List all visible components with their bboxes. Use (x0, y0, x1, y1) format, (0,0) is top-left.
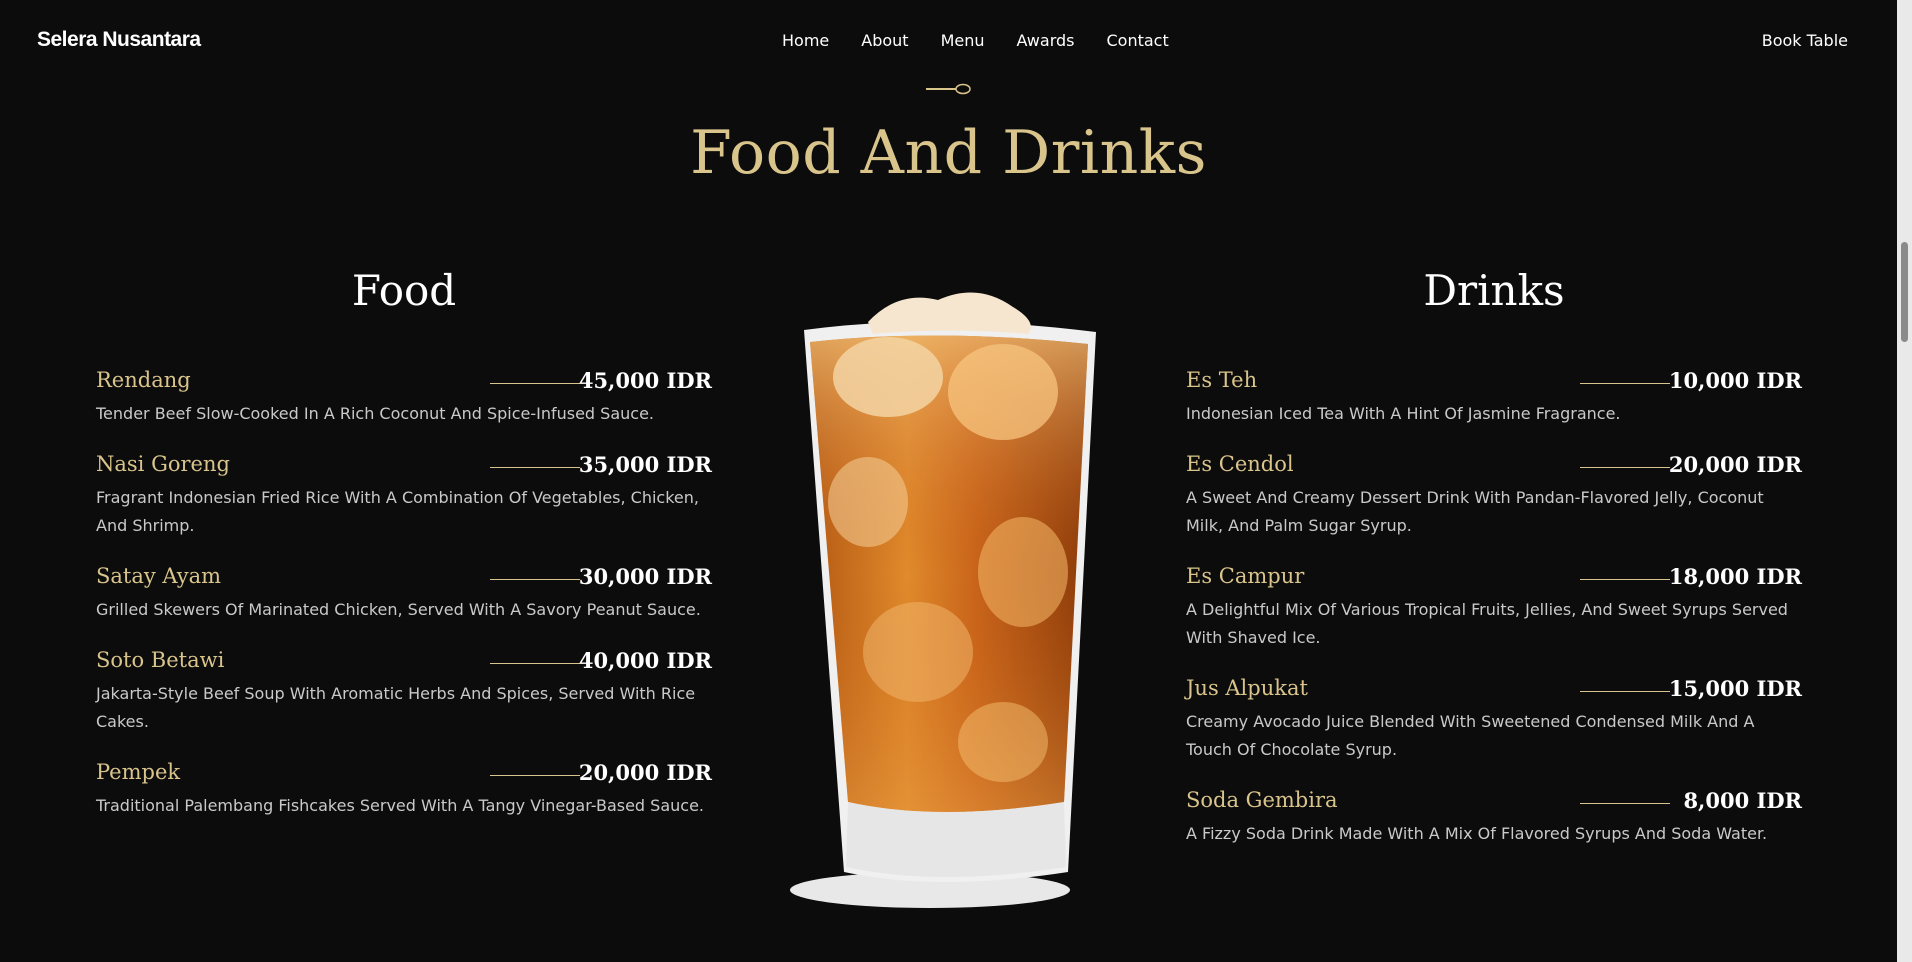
book-table-button[interactable]: Book Table (1762, 31, 1848, 50)
menu-item: Satay Ayam 30,000 IDR Grilled Skewers Of… (96, 564, 712, 624)
nav-home[interactable]: Home (782, 31, 829, 50)
iced-tea-image (790, 292, 1096, 908)
price-divider (490, 467, 580, 468)
drinks-list: Es Teh 10,000 IDR Indonesian Iced Tea Wi… (1186, 368, 1802, 872)
item-description: Indonesian Iced Tea With A Hint Of Jasmi… (1186, 404, 1621, 423)
item-name: Jus Alpukat (1186, 676, 1308, 700)
menu-item: Nasi Goreng 35,000 IDR Fragrant Indonesi… (96, 452, 712, 540)
food-column-title: Food (351, 266, 457, 315)
menu-item: Rendang 45,000 IDR Tender Beef Slow-Cook… (96, 368, 712, 428)
item-description: Fragrant Indonesian Fried Rice With A Co… (96, 488, 699, 535)
drinks-column-title: Drinks (1423, 266, 1565, 315)
nav-awards[interactable]: Awards (1017, 31, 1075, 50)
brand-logo[interactable]: Selera Nusantara (37, 28, 201, 52)
nav-menu-link[interactable]: Menu (941, 31, 985, 50)
item-description: A Sweet And Creamy Dessert Drink With Pa… (1186, 488, 1764, 535)
menu-item: Soda Gembira 8,000 IDR A Fizzy Soda Drin… (1186, 788, 1802, 848)
price-divider (1580, 691, 1670, 692)
menu-item: Es Teh 10,000 IDR Indonesian Iced Tea Wi… (1186, 368, 1802, 428)
item-description: Jakarta-Style Beef Soup With Aromatic He… (96, 684, 696, 731)
item-price: 8,000 IDR (1683, 788, 1802, 813)
item-name: Es Teh (1186, 368, 1258, 392)
spoon-icon (926, 83, 971, 95)
item-price: 35,000 IDR (578, 452, 712, 477)
scrollbar-thumb[interactable] (1901, 242, 1908, 342)
menu-item: Es Campur 18,000 IDR A Delightful Mix Of… (1186, 564, 1802, 652)
item-description: Traditional Palembang Fishcakes Served W… (96, 796, 704, 815)
nav-contact[interactable]: Contact (1106, 31, 1168, 50)
price-divider (490, 775, 580, 776)
item-price: 30,000 IDR (578, 564, 712, 589)
item-name: Pempek (96, 760, 181, 784)
menu-item: Jus Alpukat 15,000 IDR Creamy Avocado Ju… (1186, 676, 1802, 764)
item-description: Creamy Avocado Juice Blended With Sweete… (1186, 712, 1755, 759)
item-name: Rendang (96, 368, 191, 392)
item-name: Es Campur (1186, 564, 1305, 588)
item-price: 40,000 IDR (578, 648, 712, 673)
nav-menu: Home About Menu Awards Contact (782, 31, 1201, 50)
item-price: 20,000 IDR (1668, 452, 1802, 477)
item-price: 20,000 IDR (578, 760, 712, 785)
food-list: Rendang 45,000 IDR Tender Beef Slow-Cook… (96, 368, 712, 844)
menu-item: Pempek 20,000 IDR Traditional Palembang … (96, 760, 712, 820)
price-divider (490, 383, 580, 384)
section-title: Food And Drinks (690, 118, 1207, 188)
price-divider (1580, 467, 1670, 468)
price-divider (490, 579, 580, 580)
price-divider (1580, 383, 1670, 384)
item-price: 45,000 IDR (578, 368, 712, 393)
price-divider (490, 663, 580, 664)
item-price: 18,000 IDR (1668, 564, 1802, 589)
item-description: A Fizzy Soda Drink Made With A Mix Of Fl… (1186, 824, 1768, 843)
price-divider (1580, 803, 1670, 804)
item-description: Tender Beef Slow-Cooked In A Rich Coconu… (96, 404, 654, 423)
page-scrollbar[interactable] (1897, 0, 1912, 962)
item-description: Grilled Skewers Of Marinated Chicken, Se… (96, 600, 701, 619)
item-price: 15,000 IDR (1668, 676, 1802, 701)
item-name: Es Cendol (1186, 452, 1294, 476)
top-navbar: Selera Nusantara Home About Menu Awards … (0, 0, 1897, 84)
price-divider (1580, 579, 1670, 580)
item-name: Nasi Goreng (96, 452, 230, 476)
menu-item: Soto Betawi 40,000 IDR Jakarta-Style Bee… (96, 648, 712, 736)
nav-about[interactable]: About (861, 31, 908, 50)
menu-item: Es Cendol 20,000 IDR A Sweet And Creamy … (1186, 452, 1802, 540)
item-name: Soto Betawi (96, 648, 225, 672)
item-description: A Delightful Mix Of Various Tropical Fru… (1186, 600, 1788, 647)
item-price: 10,000 IDR (1668, 368, 1802, 393)
item-name: Soda Gembira (1186, 788, 1338, 812)
item-name: Satay Ayam (96, 564, 222, 588)
